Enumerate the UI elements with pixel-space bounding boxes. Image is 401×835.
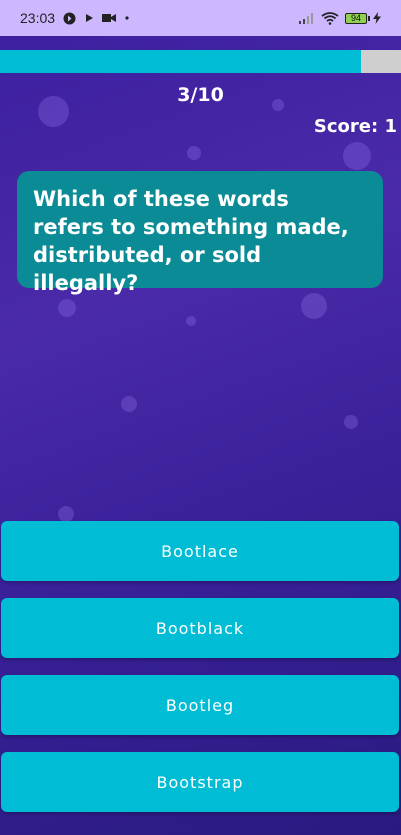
battery-level: 94 bbox=[350, 12, 361, 23]
background-bubble bbox=[343, 142, 371, 170]
quiz-progress-bar bbox=[0, 50, 401, 73]
status-right: 94 bbox=[299, 11, 381, 25]
wifi-icon bbox=[321, 11, 339, 25]
answer-button-bootlace[interactable]: Bootlace bbox=[1, 521, 399, 581]
answer-button-bootleg[interactable]: Bootleg bbox=[1, 675, 399, 735]
question-card: Which of these words refers to something… bbox=[17, 171, 383, 295]
background-bubble bbox=[344, 415, 358, 429]
background-bubble bbox=[121, 396, 137, 412]
background-bubble bbox=[58, 506, 74, 522]
answer-button-bootblack[interactable]: Bootblack bbox=[1, 598, 399, 658]
play-icon bbox=[84, 13, 94, 23]
background-bubble bbox=[58, 299, 76, 317]
charging-icon bbox=[373, 12, 381, 24]
background-bubble bbox=[187, 146, 201, 160]
status-left: 23:03 bbox=[20, 10, 130, 26]
question-text: Which of these words refers to something… bbox=[33, 187, 349, 295]
score-label: Score: 1 bbox=[313, 116, 397, 137]
dot-icon bbox=[124, 15, 130, 21]
signal-icon bbox=[299, 12, 315, 24]
quiz-progress-fill bbox=[0, 50, 361, 73]
status-time: 23:03 bbox=[20, 10, 56, 26]
brand-icon bbox=[63, 12, 76, 25]
background-bubble bbox=[301, 293, 327, 319]
video-icon bbox=[102, 13, 117, 23]
answer-button-bootstrap[interactable]: Bootstrap bbox=[1, 752, 399, 812]
status-bar: 23:03 94 bbox=[0, 0, 401, 36]
battery-icon: 94 bbox=[345, 12, 370, 24]
question-counter: 3/10 bbox=[177, 84, 224, 106]
background-bubble bbox=[186, 316, 196, 326]
